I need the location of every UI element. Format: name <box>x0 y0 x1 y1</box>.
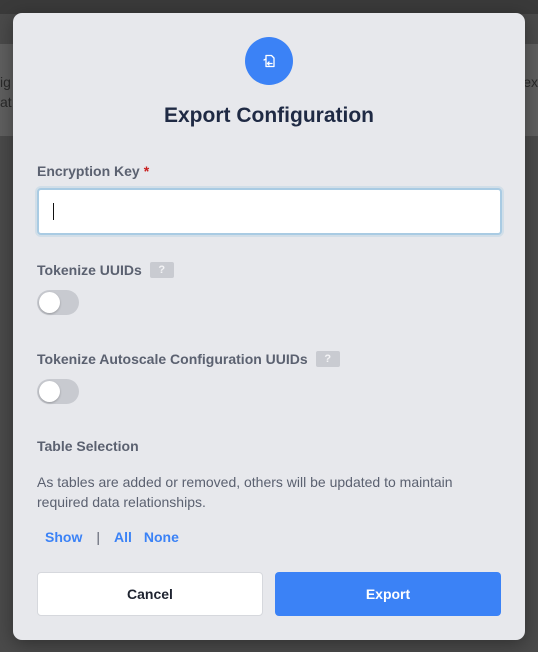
toggle-knob <box>39 292 60 313</box>
link-separator: | <box>96 529 100 545</box>
tokenize-autoscale-label: Tokenize Autoscale Configuration UUIDs ? <box>37 351 340 367</box>
tokenize-uuids-toggle[interactable] <box>37 290 79 315</box>
export-button[interactable]: Export <box>275 572 501 616</box>
export-configuration-dialog: Export Configuration Encryption Key * To… <box>13 13 525 640</box>
toggle-knob <box>39 381 60 402</box>
export-config-icon <box>245 37 293 85</box>
tokenize-uuids-label: Tokenize UUIDs ? <box>37 262 174 278</box>
tokenize-autoscale-toggle[interactable] <box>37 379 79 404</box>
background-text: ex <box>523 74 538 90</box>
tokenize-uuids-label-text: Tokenize UUIDs <box>37 262 142 278</box>
encryption-key-label-text: Encryption Key <box>37 163 140 179</box>
show-tables-link[interactable]: Show <box>45 529 82 545</box>
dialog-title: Export Configuration <box>164 104 374 127</box>
required-indicator: * <box>143 163 150 179</box>
table-selection-label-text: Table Selection <box>37 438 139 454</box>
table-selection-label: Table Selection <box>37 438 139 454</box>
encryption-key-label: Encryption Key * <box>37 163 149 179</box>
background-text: ig <box>0 74 11 90</box>
select-all-link[interactable]: All <box>114 529 132 545</box>
table-selection-links: Show | All None <box>45 529 179 545</box>
tokenize-autoscale-label-text: Tokenize Autoscale Configuration UUIDs <box>37 351 308 367</box>
tokenize-uuids-help-icon[interactable]: ? <box>149 262 174 278</box>
table-selection-description: As tables are added or removed, others w… <box>37 474 453 510</box>
text-caret <box>53 203 54 220</box>
background-topbar <box>0 0 538 14</box>
background-text: at <box>0 94 12 110</box>
cancel-button[interactable]: Cancel <box>37 572 263 616</box>
tokenize-autoscale-help-icon[interactable]: ? <box>315 351 340 367</box>
encryption-key-input[interactable] <box>37 188 502 235</box>
select-none-link[interactable]: None <box>144 529 179 545</box>
